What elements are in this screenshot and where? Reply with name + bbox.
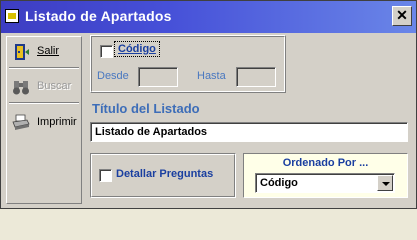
desde-input[interactable] bbox=[138, 67, 178, 87]
codigo-label[interactable]: Código bbox=[114, 41, 160, 57]
desde-label: Desde bbox=[97, 70, 129, 82]
order-panel: Ordenado Por ... Código bbox=[243, 153, 408, 198]
search-label: Buscar bbox=[37, 80, 72, 92]
listing-title-input[interactable]: Listado de Apartados bbox=[90, 122, 408, 142]
print-button[interactable]: Imprimir bbox=[9, 111, 79, 135]
codigo-checkbox[interactable] bbox=[100, 45, 113, 58]
printer-icon bbox=[12, 114, 30, 130]
close-button[interactable]: ✕ bbox=[392, 6, 412, 26]
title-bar[interactable]: Listado de Apartados ✕ bbox=[1, 1, 416, 33]
chevron-down-icon[interactable] bbox=[377, 175, 393, 191]
toolbar-separator bbox=[9, 67, 79, 69]
order-select[interactable]: Código bbox=[255, 173, 395, 193]
listing-title-heading: Título del Listado bbox=[92, 101, 200, 116]
options-frame: Detallar Preguntas bbox=[90, 153, 236, 198]
binoculars-icon bbox=[13, 81, 29, 95]
print-label: Imprimir bbox=[37, 116, 77, 128]
code-filter-frame: Código Desde Hasta bbox=[90, 35, 286, 93]
detallar-checkbox[interactable] bbox=[99, 169, 112, 182]
detallar-label[interactable]: Detallar Preguntas bbox=[116, 168, 213, 180]
hasta-input[interactable] bbox=[236, 67, 276, 87]
exit-button[interactable]: Salir bbox=[9, 40, 79, 64]
toolbar-separator bbox=[9, 102, 79, 104]
order-selected-value: Código bbox=[260, 177, 298, 189]
exit-door-icon bbox=[15, 44, 29, 60]
hasta-label: Hasta bbox=[197, 70, 226, 82]
search-button[interactable]: Buscar bbox=[9, 75, 79, 99]
toolbar: Salir Buscar Imprimir bbox=[6, 36, 82, 204]
window-title: Listado de Apartados bbox=[25, 8, 172, 24]
report-window: Listado de Apartados ✕ Salir Buscar Impr… bbox=[0, 0, 417, 209]
order-label: Ordenado Por ... bbox=[282, 157, 369, 169]
app-icon bbox=[5, 9, 19, 23]
exit-label: Salir bbox=[37, 45, 60, 57]
